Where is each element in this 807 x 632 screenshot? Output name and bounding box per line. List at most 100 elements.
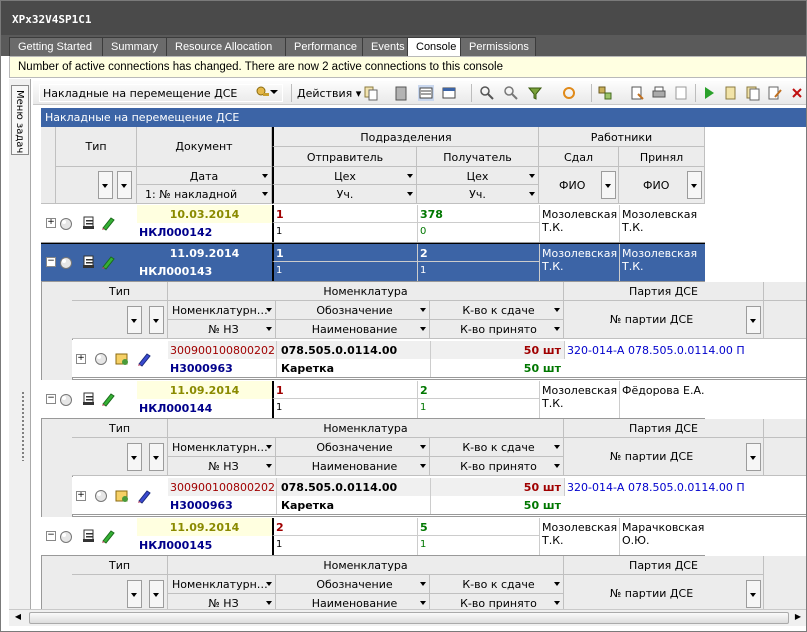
batch-number[interactable]: 320-014-А 078.505.0.0114.00 П xyxy=(564,478,806,496)
chevron-down-icon[interactable] xyxy=(266,601,272,605)
expand-toggle[interactable]: − xyxy=(46,531,56,541)
post-document-icon[interactable] xyxy=(723,85,739,101)
detail-filter-qty_taken[interactable]: К-во принято xyxy=(430,457,564,476)
chevron-down-icon[interactable] xyxy=(554,308,560,312)
find-next-icon[interactable] xyxy=(503,85,519,101)
detail-filter-batch[interactable]: № партии ДСЕ xyxy=(564,575,764,609)
date-filter[interactable]: Дата xyxy=(137,167,272,185)
tab-events[interactable]: Events xyxy=(362,37,408,56)
detail-type-dropdown[interactable] xyxy=(127,306,142,334)
status-ball-icon[interactable] xyxy=(58,392,74,408)
splitter-grip[interactable] xyxy=(21,391,25,461)
type-filter-dropdown[interactable] xyxy=(98,171,113,199)
detail-filter-name[interactable]: Наименование xyxy=(276,320,430,339)
sender-section-filter[interactable]: Уч. xyxy=(272,185,417,204)
actions-menu[interactable]: Действия ▾ xyxy=(297,87,361,100)
chevron-down-icon[interactable] xyxy=(266,464,272,468)
detail-filter-batch[interactable]: № партии ДСЕ xyxy=(564,438,764,476)
doc-number[interactable]: НКЛ000143 xyxy=(137,262,272,281)
tab-summary[interactable]: Summary xyxy=(102,37,167,56)
copy-icon[interactable] xyxy=(363,85,379,101)
tab-console[interactable]: Console xyxy=(407,37,461,56)
close-icon[interactable] xyxy=(789,85,805,101)
detail-type-dropdown[interactable] xyxy=(127,580,142,608)
chevron-down-icon[interactable] xyxy=(262,192,268,196)
chevron-down-icon[interactable] xyxy=(420,308,426,312)
form-view-icon[interactable] xyxy=(441,85,457,101)
edit-pen-icon[interactable] xyxy=(100,391,116,407)
doc-number[interactable]: НКЛ000145 xyxy=(137,536,272,555)
detail-filter-name[interactable]: Наименование xyxy=(276,457,430,476)
edit-pen-icon[interactable] xyxy=(100,215,116,231)
detail-filter-nom_no[interactable]: Номенклатурн… xyxy=(168,575,276,594)
chevron-down-icon[interactable] xyxy=(529,192,535,196)
type-sort-dropdown[interactable] xyxy=(117,171,132,199)
keys-icon[interactable] xyxy=(255,85,271,101)
edit-pen-icon[interactable] xyxy=(136,351,152,367)
chevron-down-icon[interactable] xyxy=(266,327,272,331)
detail-sort-dropdown[interactable] xyxy=(149,306,164,334)
chevron-down-icon[interactable] xyxy=(266,308,272,312)
chevron-down-icon[interactable] xyxy=(420,464,426,468)
paste-icon[interactable] xyxy=(393,85,409,101)
edit-pen-icon[interactable] xyxy=(100,528,116,544)
document-icon[interactable] xyxy=(81,254,97,270)
detail-filter-designation[interactable]: Обозначение xyxy=(276,438,430,457)
expand-toggle[interactable]: − xyxy=(46,394,56,404)
horizontal-scrollbar[interactable]: ◀ ▶ xyxy=(9,609,806,626)
chevron-down-icon[interactable] xyxy=(266,445,272,449)
run-icon[interactable] xyxy=(701,85,717,101)
receiver-shop-filter[interactable]: Цех xyxy=(417,167,539,185)
batch-dropdown[interactable] xyxy=(746,580,761,608)
detail-sort-dropdown[interactable] xyxy=(149,580,164,608)
scroll-right-icon[interactable]: ▶ xyxy=(791,612,805,624)
chevron-down-icon[interactable] xyxy=(420,601,426,605)
detail-filter-name[interactable]: Наименование xyxy=(276,594,430,609)
status-ball-icon[interactable] xyxy=(58,255,74,271)
register-combobox[interactable]: Накладные на перемещение ДСЕ xyxy=(39,84,283,102)
detail-filter-nz[interactable]: № НЗ xyxy=(168,457,276,476)
expand-toggle[interactable]: + xyxy=(76,491,86,501)
chevron-down-icon[interactable] xyxy=(554,327,560,331)
part-icon[interactable] xyxy=(114,488,130,504)
chevron-down-icon[interactable] xyxy=(407,192,413,196)
took-fio-dropdown[interactable] xyxy=(687,171,702,199)
edit-pen-icon[interactable] xyxy=(100,254,116,270)
tab-permissions[interactable]: Permissions xyxy=(460,37,536,56)
detail-filter-qty_give[interactable]: К-во к сдаче xyxy=(430,301,564,320)
filter-icon[interactable] xyxy=(527,85,543,101)
document-icon[interactable] xyxy=(81,215,97,231)
detail-filter-nz[interactable]: № НЗ xyxy=(168,594,276,609)
tab-resource-allocation[interactable]: Resource Allocation xyxy=(166,37,286,56)
edit-document-icon[interactable] xyxy=(767,85,783,101)
status-ball-icon[interactable] xyxy=(93,488,109,504)
report-icon[interactable] xyxy=(629,85,645,101)
edit-pen-icon[interactable] xyxy=(136,488,152,504)
chevron-down-icon[interactable] xyxy=(420,445,426,449)
structure-icon[interactable] xyxy=(597,85,613,101)
chevron-down-icon[interactable] xyxy=(262,174,268,178)
search-icon[interactable] xyxy=(479,85,495,101)
doc-number[interactable]: НКЛ000144 xyxy=(137,399,272,418)
status-ball-icon[interactable] xyxy=(93,351,109,367)
detail-filter-qty_taken[interactable]: К-во принято xyxy=(430,320,564,339)
expand-toggle[interactable]: − xyxy=(46,257,56,267)
document-icon[interactable] xyxy=(81,391,97,407)
chevron-down-icon[interactable] xyxy=(554,464,560,468)
chevron-down-icon[interactable] xyxy=(266,582,272,586)
preview-icon[interactable] xyxy=(673,85,689,101)
batch-dropdown[interactable] xyxy=(746,306,761,334)
expand-toggle[interactable]: + xyxy=(46,218,56,228)
chevron-down-icon[interactable] xyxy=(407,174,413,178)
scroll-left-icon[interactable]: ◀ xyxy=(11,612,25,624)
print-icon[interactable] xyxy=(651,85,667,101)
tab-performance[interactable]: Performance xyxy=(285,37,363,56)
expand-toggle[interactable]: + xyxy=(76,354,86,364)
chevron-down-icon[interactable] xyxy=(420,582,426,586)
receiver-section-filter[interactable]: Уч. xyxy=(417,185,539,204)
detail-filter-nom_no[interactable]: Номенклатурн… xyxy=(168,301,276,320)
detail-filter-qty_give[interactable]: К-во к сдаче xyxy=(430,438,564,457)
detail-filter-designation[interactable]: Обозначение xyxy=(276,575,430,594)
task-menu-tab[interactable]: Меню задач xyxy=(11,85,29,155)
chevron-down-icon[interactable] xyxy=(529,174,535,178)
